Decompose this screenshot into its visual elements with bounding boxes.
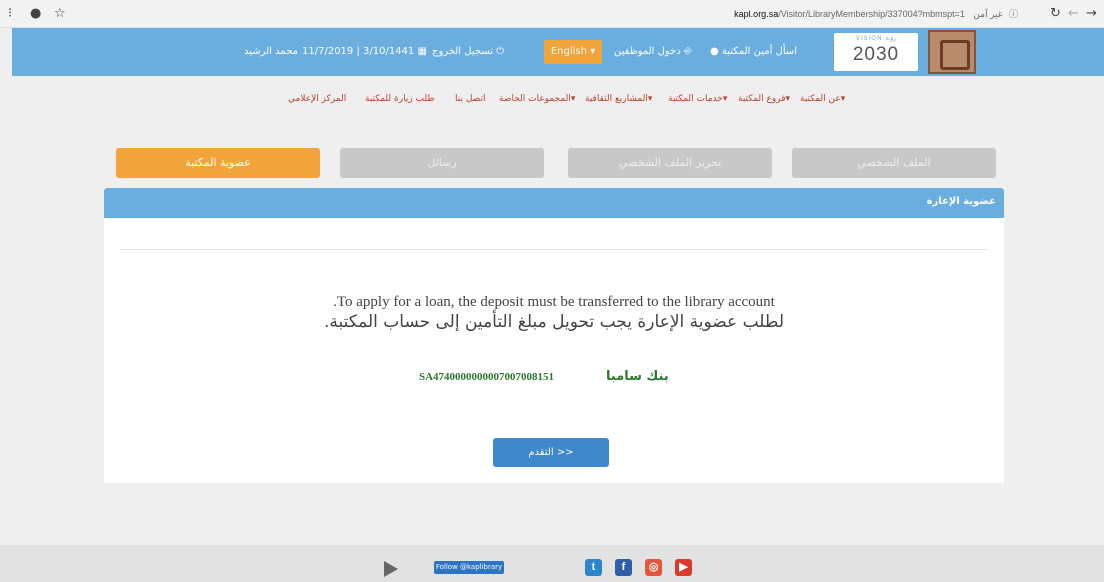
tab-profile[interactable]: الملف الشخصي <box>792 148 996 178</box>
account-icon[interactable]: ● <box>30 6 41 22</box>
date-text: 11/7/2019 | 3/10/1441 <box>302 46 415 57</box>
nav-media-center-label: المركز الإعلامي <box>288 94 347 104</box>
proceed-button[interactable]: التقدم >> <box>493 438 609 467</box>
nav-contact-label: اتصل بنا <box>455 94 486 104</box>
staff-login-label: دخول الموظفين <box>614 46 681 57</box>
user-name[interactable]: محمد الرشيد <box>244 46 298 58</box>
date-display: 11/7/2019 | 3/10/1441 ▦ <box>302 46 427 57</box>
nav-cultural-projects[interactable]: المشاريع الثقافية▾ <box>585 92 652 106</box>
nav-about[interactable]: عن المكتبة▾ <box>800 92 845 106</box>
nav-contact[interactable]: اتصل بنا <box>455 92 485 106</box>
message-arabic: لطلب عضوية الإعارة يجب تحويل مبلغ التأمي… <box>323 312 785 332</box>
nav-branches[interactable]: فروع المكتبة▾ <box>738 92 790 106</box>
nav-about-label: عن المكتبة <box>800 94 841 104</box>
main-nav: عن المكتبة▾ فروع المكتبة▾ خدمات المكتبة▾… <box>0 92 1104 108</box>
back-arrow-icon[interactable]: → <box>1086 6 1097 22</box>
site-footer: Follow @kaplibrary t f ◎ ▶ <box>0 545 1104 582</box>
menu-dots-icon[interactable]: ⁝ <box>8 6 12 22</box>
tab-edit-profile[interactable]: تحرير الملف الشخصي <box>568 148 772 178</box>
tab-messages[interactable]: رسائل <box>340 148 544 178</box>
nav-services-label: خدمات المكتبة <box>668 94 723 104</box>
ask-librarian-label: اسأل أمين المكتبة <box>721 46 798 57</box>
twitter-icon[interactable]: t <box>585 559 602 576</box>
divider <box>120 249 988 250</box>
star-icon[interactable]: ☆ <box>54 6 66 22</box>
vision-2030-logo: VISION رؤية 2030 <box>834 33 918 71</box>
nav-cultural-projects-label: المشاريع الثقافية <box>585 94 648 104</box>
address-bar[interactable]: kapl.org.sa/Visitor/LibraryMembership/33… <box>734 7 1018 20</box>
panel-title: عضوية الإعارة <box>926 196 996 207</box>
nav-special-collections[interactable]: المجموعات الخاصة▾ <box>499 92 575 106</box>
vision-small-text: VISION رؤية <box>855 35 897 42</box>
site-header: VISION رؤية 2030 ● اسأل أمين المكتبة دخو… <box>12 28 1104 76</box>
forward-arrow-icon[interactable]: ← <box>1068 6 1079 22</box>
reload-icon[interactable]: ↻ <box>1050 6 1061 22</box>
nav-special-collections-label: المجموعات الخاصة <box>499 94 571 104</box>
logout-label: تسجيل الخروج <box>432 46 494 57</box>
tab-library-membership[interactable]: عضوية المكتبة <box>116 148 320 178</box>
insecure-label: غير آمن <box>973 9 1003 19</box>
nav-services[interactable]: خدمات المكتبة▾ <box>668 92 727 106</box>
language-label: English <box>550 46 587 57</box>
facebook-icon[interactable]: f <box>615 559 632 576</box>
vision-number: 2030 <box>852 44 900 65</box>
message-english: .To apply for a loan, the deposit must b… <box>333 294 775 310</box>
info-icon[interactable]: ⓘ <box>1009 9 1018 19</box>
membership-panel: عضوية الإعارة .To apply for a loan, the … <box>104 188 1004 483</box>
url-path: /Visitor/LibraryMembership/337004?mbmspt… <box>778 9 965 19</box>
nav-visit-request[interactable]: طلب زيارة للمكتبة <box>365 92 435 106</box>
youtube-icon[interactable]: ▶ <box>675 559 692 576</box>
staff-login-link[interactable]: دخول الموظفين ⎆ <box>614 46 692 58</box>
twitter-follow-button[interactable]: Follow @kaplibrary <box>434 561 504 574</box>
google-play-icon[interactable] <box>384 561 398 577</box>
panel-header: عضوية الإعارة <box>104 188 1004 218</box>
url-host: kapl.org.sa <box>734 9 779 19</box>
instagram-icon[interactable]: ◎ <box>645 559 662 576</box>
iban-number: SA4740000000007007008151 <box>419 371 555 383</box>
library-logo[interactable] <box>928 30 976 74</box>
language-button[interactable]: English ▾ <box>544 40 602 64</box>
bank-name: بنك سامبا <box>606 369 669 384</box>
logout-link[interactable]: تسجيل الخروج ⏻ <box>432 46 504 58</box>
nav-media-center[interactable]: المركز الإعلامي <box>288 92 346 106</box>
nav-branches-label: فروع المكتبة <box>738 94 786 104</box>
ask-librarian-link[interactable]: ● اسأل أمين المكتبة <box>710 46 797 58</box>
browser-toolbar: ⁝ ● ☆ kapl.org.sa/Visitor/LibraryMembers… <box>0 0 1104 28</box>
nav-visit-request-label: طلب زيارة للمكتبة <box>365 94 435 104</box>
